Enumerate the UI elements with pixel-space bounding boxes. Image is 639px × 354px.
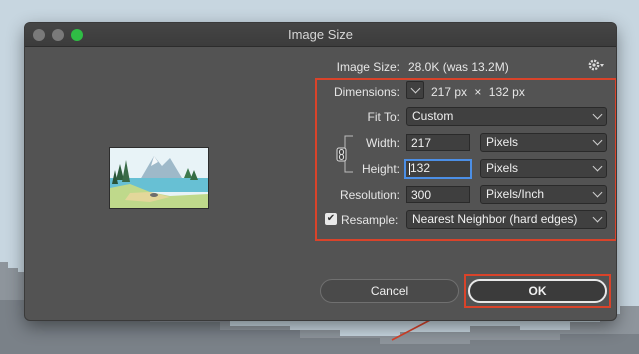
cancel-button[interactable]: Cancel bbox=[320, 279, 459, 303]
height-unit-value: Pixels bbox=[486, 161, 519, 175]
chevron-down-icon bbox=[592, 187, 603, 198]
resolution-label: Resolution: bbox=[339, 188, 400, 202]
chevron-down-icon bbox=[592, 161, 603, 172]
image-preview bbox=[109, 147, 209, 209]
dimensions-unit-toggle[interactable] bbox=[406, 81, 424, 99]
dimensions-label: Dimensions: bbox=[333, 85, 400, 99]
dimensions-unit-2: px bbox=[512, 85, 525, 99]
dimensions-unit: px bbox=[454, 85, 468, 99]
resolution-unit-value: Pixels/Inch bbox=[486, 187, 545, 201]
chevron-down-icon bbox=[592, 212, 603, 223]
resample-method-value: Nearest Neighbor (hard edges) bbox=[412, 212, 578, 226]
fit-to-select[interactable]: Custom bbox=[406, 107, 607, 126]
image-size-dialog: Image Size Image Size: 28.0K (was 13.2M)… bbox=[25, 23, 616, 320]
title-bar: Image Size bbox=[25, 23, 616, 47]
width-label: Width: bbox=[365, 136, 400, 150]
resample-label: Resample: bbox=[341, 213, 399, 227]
checkmark-icon: ✔ bbox=[326, 213, 336, 224]
ok-button[interactable]: OK bbox=[468, 279, 607, 303]
resolution-input[interactable]: 300 bbox=[406, 186, 470, 203]
dimensions-times: × bbox=[474, 85, 482, 99]
fit-to-label: Fit To: bbox=[367, 110, 400, 124]
width-unit-select[interactable]: Pixels bbox=[480, 133, 607, 152]
chevron-down-icon bbox=[592, 135, 603, 146]
dimensions-value: 217 px × 132 px bbox=[431, 85, 525, 99]
height-input-value: 132 bbox=[410, 161, 431, 175]
width-input[interactable]: 217 bbox=[406, 134, 470, 151]
image-size-value: 28.0K (was 13.2M) bbox=[408, 60, 509, 74]
chevron-down-icon bbox=[410, 83, 421, 94]
resample-checkbox[interactable]: ✔ bbox=[325, 213, 337, 225]
window-title: Image Size bbox=[287, 27, 354, 42]
dimensions-height: 132 bbox=[488, 85, 509, 99]
image-size-label: Image Size: bbox=[336, 60, 400, 74]
height-label: Height: bbox=[361, 162, 400, 176]
width-unit-value: Pixels bbox=[486, 135, 519, 149]
dimensions-width: 217 bbox=[431, 85, 452, 99]
height-unit-select[interactable]: Pixels bbox=[480, 159, 607, 178]
settings-gear-icon[interactable] bbox=[587, 57, 605, 73]
resample-method-select[interactable]: Nearest Neighbor (hard edges) bbox=[406, 210, 607, 229]
chevron-down-icon bbox=[592, 109, 603, 120]
fit-to-value: Custom bbox=[412, 109, 454, 123]
height-input[interactable]: 132 bbox=[404, 159, 472, 179]
resolution-unit-select[interactable]: Pixels/Inch bbox=[480, 185, 607, 204]
